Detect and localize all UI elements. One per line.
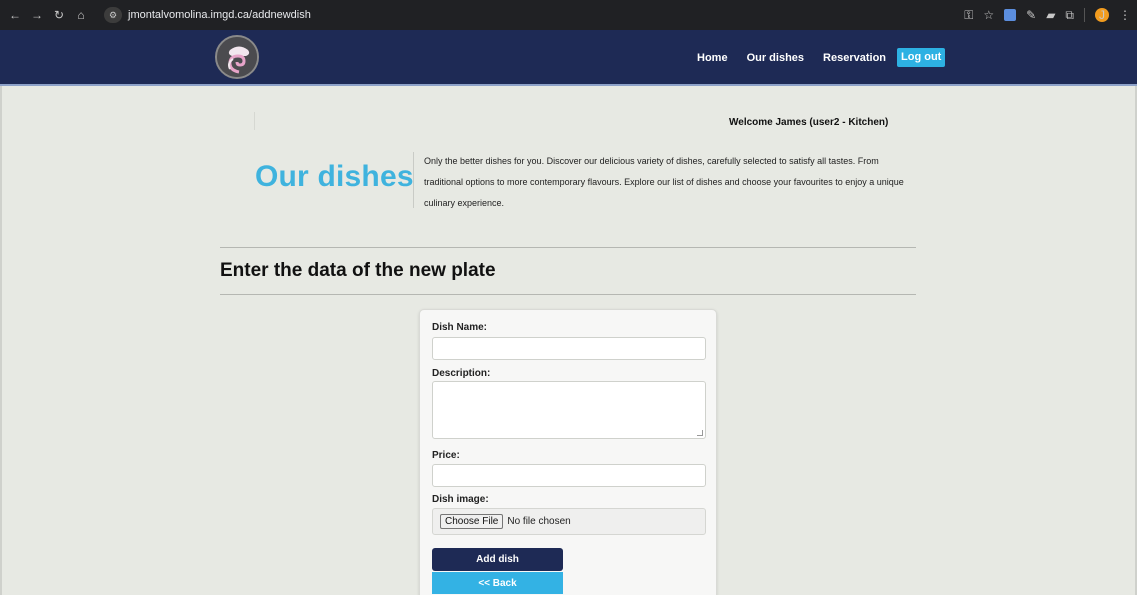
forward-arrow-icon[interactable]: →	[28, 6, 46, 24]
hero-divider	[413, 152, 414, 208]
menu-dots-icon[interactable]: ⋮	[1119, 8, 1131, 22]
site-header: Home Our dishes Reservation Log out	[0, 30, 1137, 86]
resize-handle-icon[interactable]	[697, 430, 703, 436]
dish-image-file-input[interactable]: Choose File No file chosen	[432, 508, 706, 535]
back-arrow-icon[interactable]: ←	[6, 6, 24, 24]
restaurant-logo-icon[interactable]	[215, 35, 259, 79]
choose-file-button[interactable]: Choose File	[440, 514, 504, 529]
add-dish-button[interactable]: Add dish	[432, 548, 563, 571]
url-text: jmontalvomolina.imgd.ca/addnewdish	[128, 9, 311, 21]
star-icon[interactable]: ☆	[983, 8, 994, 22]
file-status: No file chosen	[507, 516, 571, 527]
section-rule-top	[220, 247, 916, 248]
toolbar-separator	[1084, 8, 1085, 22]
reload-icon[interactable]: ↻	[50, 6, 68, 24]
price-input[interactable]	[432, 464, 706, 487]
page-title: Our dishes	[255, 160, 414, 193]
description-label: Description:	[432, 368, 491, 379]
puzzle-icon[interactable]: ⧉	[1065, 8, 1074, 23]
profile-avatar[interactable]: J	[1095, 8, 1109, 22]
welcome-message: Welcome James (user2 - Kitchen)	[729, 117, 889, 128]
page-border-left	[0, 86, 2, 595]
dish-name-input[interactable]	[432, 337, 706, 360]
nav-home[interactable]: Home	[697, 50, 728, 66]
section-rule-bottom	[220, 294, 916, 295]
back-button[interactable]: << Back	[432, 572, 563, 594]
nav-our-dishes[interactable]: Our dishes	[747, 50, 804, 66]
intro-text: Only the better dishes for you. Discover…	[424, 156, 904, 208]
new-dish-form: Dish Name: Description: Price: Dish imag…	[419, 309, 717, 595]
pen-icon[interactable]: ✎	[1026, 8, 1036, 22]
description-textarea[interactable]	[432, 381, 706, 439]
browser-actions: ⚿ ☆ ✎ ▰ ⧉ J ⋮	[964, 0, 1131, 30]
divider	[254, 112, 255, 130]
main-nav: Home Our dishes Reservation Log out	[697, 48, 946, 67]
browser-nav: ← → ↻ ⌂	[6, 6, 94, 24]
price-label: Price:	[432, 450, 460, 461]
translate-extension-icon[interactable]	[1004, 9, 1017, 21]
browser-toolbar: ← → ↻ ⌂ ⚙ jmontalvomolina.imgd.ca/addnew…	[0, 0, 1137, 30]
logout-button[interactable]: Log out	[897, 48, 946, 67]
section-title: Enter the data of the new plate	[220, 260, 496, 281]
extension-icon[interactable]: ▰	[1046, 8, 1055, 22]
dish-image-label: Dish image:	[432, 494, 489, 505]
address-bar[interactable]: ⚙ jmontalvomolina.imgd.ca/addnewdish	[100, 4, 311, 26]
key-icon[interactable]: ⚿	[964, 8, 973, 23]
home-icon[interactable]: ⌂	[72, 6, 90, 24]
dish-name-label: Dish Name:	[432, 322, 488, 333]
nav-reservation[interactable]: Reservation	[823, 50, 886, 66]
site-info-icon[interactable]: ⚙	[104, 7, 122, 23]
